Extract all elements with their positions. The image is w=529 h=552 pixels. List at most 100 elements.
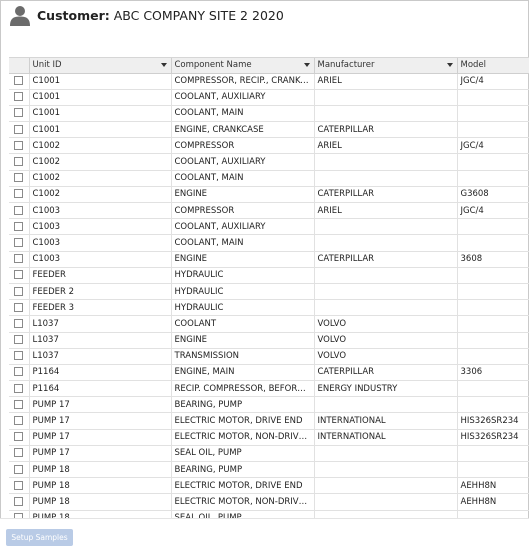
row-checkbox[interactable] — [14, 496, 24, 506]
table-row[interactable]: FEEDER 2 HYDRAULIC — [9, 283, 529, 301]
unit-id-cell: L1037 — [29, 315, 172, 333]
row-checkbox[interactable] — [14, 157, 24, 167]
model-cell: G3608 — [457, 186, 529, 204]
table-row[interactable]: C1002 COOLANT, MAIN — [9, 170, 529, 187]
row-checkbox[interactable] — [14, 124, 24, 134]
table-row[interactable]: PUMP 18 ELECTRIC MOTOR, NON-DRIVE END AEHH… — [9, 493, 529, 511]
manufacturer-cell — [314, 445, 458, 463]
row-select-cell — [9, 348, 30, 365]
manufacturer-cell — [314, 89, 458, 106]
row-checkbox[interactable] — [14, 76, 24, 86]
manufacturer-cell — [314, 510, 458, 518]
component-name-cell: HYDRAULIC — [171, 299, 315, 317]
row-checkbox[interactable] — [14, 221, 24, 231]
table-row[interactable]: C1002 COMPRESSOR ARIEL JGC/4 — [9, 137, 529, 155]
component-name-cell: SEAL OIL, PUMP — [171, 445, 315, 463]
page-title: Customer: ABC COMPANY SITE 2 2020 — [37, 8, 284, 23]
table-row[interactable]: P1164 ENGINE, MAIN CATERPILLAR 3306 — [9, 364, 529, 382]
row-checkbox[interactable] — [14, 432, 24, 442]
table-row[interactable]: C1003 COMPRESSOR ARIEL JGC/4 — [9, 202, 529, 220]
table-row[interactable]: L1037 COOLANT VOLVO — [9, 315, 529, 333]
row-checkbox[interactable] — [14, 367, 24, 377]
row-checkbox[interactable] — [14, 399, 24, 409]
row-checkbox[interactable] — [14, 416, 24, 426]
component-name-cell: ENGINE, CRANKCASE — [171, 121, 315, 139]
row-checkbox[interactable] — [14, 173, 24, 183]
table-row[interactable]: C1003 ENGINE CATERPILLAR 3608 — [9, 251, 529, 268]
table-row[interactable]: L1037 TRANSMISSION VOLVO — [9, 348, 529, 365]
table-row[interactable]: P1164RECIP. COMPRESSOR, BEFORE FILTE...E… — [9, 380, 529, 398]
row-checkbox[interactable] — [14, 302, 24, 312]
table-row[interactable]: PUMP 18SEAL OIL, PUMP — [9, 510, 529, 518]
row-select-cell — [9, 445, 30, 463]
row-checkbox[interactable] — [14, 92, 24, 102]
row-checkbox[interactable] — [14, 318, 24, 328]
model-cell — [457, 332, 529, 349]
model-cell — [457, 299, 529, 317]
row-checkbox[interactable] — [14, 286, 24, 296]
row-checkbox[interactable] — [14, 335, 24, 345]
component-name-column-header[interactable]: Component Name — [171, 58, 315, 74]
setup-samples-button[interactable]: Setup Samples — [6, 529, 73, 546]
table-row[interactable]: C1002 COOLANT, AUXILIARY — [9, 153, 529, 171]
row-checkbox[interactable] — [14, 108, 24, 118]
row-checkbox[interactable] — [14, 189, 24, 199]
manufacturer-cell: CATERPILLAR — [314, 186, 458, 204]
model-cell — [457, 510, 529, 518]
model-column-header[interactable]: Model — [457, 58, 529, 74]
row-checkbox[interactable] — [14, 205, 24, 215]
manufacturer-cell: CATERPILLAR — [314, 364, 458, 382]
unit-id-cell: C1002 — [29, 186, 172, 204]
table-row[interactable]: FEEDER HYDRAULIC — [9, 267, 529, 284]
manufacturer-column-header[interactable]: Manufacturer — [314, 58, 458, 74]
model-cell: JGC/4 — [457, 202, 529, 220]
table-row[interactable]: PUMP 17 SEAL OIL, PUMP — [9, 445, 529, 463]
row-checkbox[interactable] — [14, 464, 24, 474]
component-name-cell: COOLANT, MAIN — [171, 170, 315, 187]
customer-header: Customer: ABC COMPANY SITE 2 2020 — [0, 0, 529, 38]
table-row[interactable]: C1001 ENGINE, CRANKCASE CATERPILLAR — [9, 121, 529, 139]
table-row[interactable]: C1001 COOLANT, MAIN — [9, 105, 529, 123]
manufacturer-header-label: Manufacturer — [317, 60, 375, 71]
row-checkbox[interactable] — [14, 270, 24, 280]
row-checkbox[interactable] — [14, 448, 24, 458]
table-row[interactable]: PUMP 18 BEARING, PUMP — [9, 461, 529, 479]
table-row[interactable]: FEEDER 3 HYDRAULIC — [9, 299, 529, 317]
model-cell — [457, 267, 529, 284]
manufacturer-filter-dropdown-icon[interactable] — [446, 63, 453, 67]
table-row[interactable]: C1002 ENGINE CATERPILLAR G3608 — [9, 186, 529, 204]
row-checkbox[interactable] — [14, 383, 24, 393]
unit-id-cell: PUMP 17 — [29, 445, 172, 463]
manufacturer-cell — [314, 283, 458, 301]
unit-id-cell: PUMP 17 — [29, 412, 172, 430]
component-name-cell: HYDRAULIC — [171, 267, 315, 284]
model-cell — [457, 283, 529, 301]
component-name-cell: COMPRESSOR — [171, 137, 315, 155]
manufacturer-cell — [314, 493, 458, 511]
table-row[interactable]: PUMP 17 BEARING, PUMP — [9, 396, 529, 414]
table-header-row: Unit ID Component Name Manufacturer Mode… — [9, 58, 529, 74]
table-row[interactable]: L1037 ENGINE VOLVO — [9, 332, 529, 349]
manufacturer-cell — [314, 477, 458, 495]
table-row[interactable]: PUMP 17 ELECTRIC MOTOR, NON-DRIVE END INTE… — [9, 429, 529, 446]
row-checkbox[interactable] — [14, 237, 24, 247]
table-row[interactable]: C1003 COOLANT, AUXILIARY — [9, 218, 529, 236]
select-column-header — [9, 58, 30, 74]
table-row[interactable]: PUMP 17 ELECTRIC MOTOR, DRIVE END INTERNAT… — [9, 412, 529, 430]
row-checkbox[interactable] — [14, 480, 24, 490]
table-row[interactable]: C1003 COOLANT, MAIN — [9, 234, 529, 252]
manufacturer-cell — [314, 299, 458, 317]
row-checkbox[interactable] — [14, 254, 24, 264]
row-checkbox[interactable] — [14, 140, 24, 150]
row-select-cell — [9, 493, 30, 511]
table-row[interactable]: C1001 COOLANT, AUXILIARY — [9, 89, 529, 106]
unit-id-cell: C1002 — [29, 170, 172, 187]
unit-id-cell: C1003 — [29, 234, 172, 252]
table-row[interactable]: C1001 COMPRESSOR, RECIP., CRANKCASE ARIEL J… — [9, 73, 529, 90]
component-name-filter-dropdown-icon[interactable] — [303, 63, 310, 67]
unit-id-column-header[interactable]: Unit ID — [29, 58, 172, 74]
row-checkbox[interactable] — [14, 351, 24, 361]
table-row[interactable]: PUMP 18 ELECTRIC MOTOR, DRIVE END AEHH8N — [9, 477, 529, 495]
component-name-cell: COOLANT — [171, 315, 315, 333]
unit-id-filter-dropdown-icon[interactable] — [160, 63, 167, 67]
